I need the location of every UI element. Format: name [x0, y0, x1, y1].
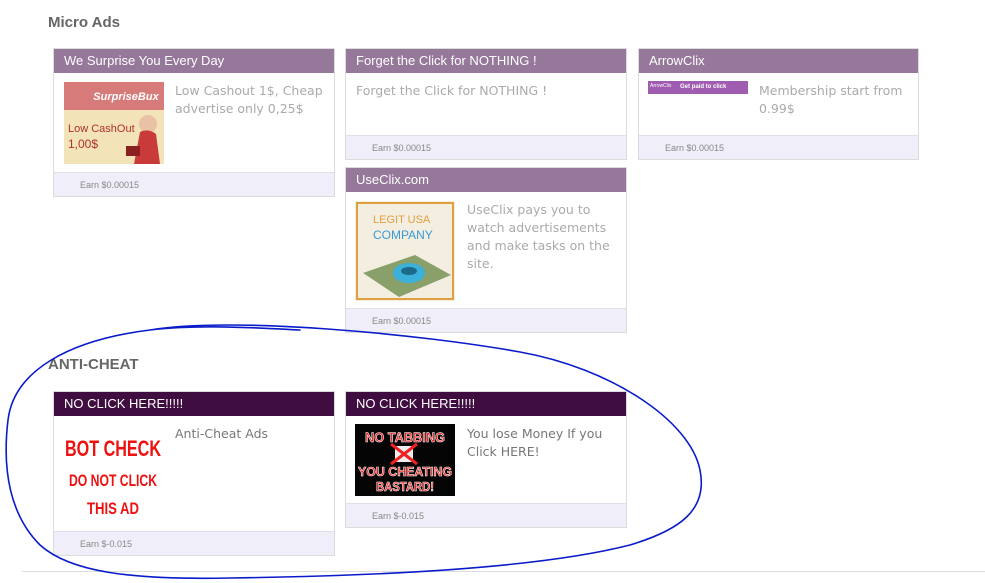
banner-brand-text: SurpriseBux — [93, 91, 159, 103]
banner-line-1: BOT CHECK — [65, 436, 161, 461]
ad-description: Anti-Cheat Ads — [175, 426, 269, 441]
ad-title[interactable]: ArrowClix — [639, 49, 918, 73]
banner-line-2: YOU CHEATING — [358, 464, 452, 479]
ad-title[interactable]: Forget the Click for NOTHING ! — [346, 49, 626, 73]
ad-banner-image[interactable]: SurpriseBux Low CashOut 1,00$ — [64, 82, 164, 164]
ad-earn-footer: Earn $0.00015 — [346, 308, 626, 332]
banner-brand-text: ArrowClix — [650, 83, 672, 89]
ad-earn-footer: Earn $0.00015 — [639, 135, 918, 159]
ad-earn-footer: Earn $0.00015 — [346, 135, 626, 159]
ad-title[interactable]: NO CLICK HERE!!!!! — [54, 392, 334, 416]
banner-line-1: LEGIT USA — [373, 214, 431, 226]
ad-earn-footer: Earn $-0.015 — [346, 503, 626, 527]
ad-description: UseClix pays you to watch advertisements… — [467, 202, 610, 271]
bottom-divider — [22, 571, 985, 572]
banner-line-2: 1,00$ — [68, 137, 98, 151]
ad-banner-image[interactable]: BOT CHECK DO NOT CLICK THIS AD — [63, 428, 163, 528]
banner-line-2: DO NOT CLICK — [69, 471, 158, 490]
section-title-micro-ads: Micro Ads — [48, 14, 120, 31]
ad-description: Membership start from 0.99$ — [759, 83, 903, 116]
section-title-anti-cheat: ANTI-CHEAT — [48, 356, 139, 373]
ad-description: Low Cashout 1$, Cheap advertise only 0,2… — [175, 83, 323, 116]
banner-line-2: COMPANY — [373, 228, 433, 242]
ad-card-surprise[interactable]: We Surprise You Every Day SurpriseBux Lo… — [53, 48, 335, 197]
banner-text: Get paid to click — [680, 84, 727, 90]
ad-earn-footer: Earn $0.00015 — [54, 172, 334, 196]
ad-card-useclix[interactable]: UseClix.com LEGIT USA COMPANY UseClix pa… — [345, 167, 627, 333]
banner-line-1: NO TABBING — [365, 429, 445, 445]
ad-title[interactable]: NO CLICK HERE!!!!! — [346, 392, 626, 416]
ad-title[interactable]: We Surprise You Every Day — [54, 49, 334, 73]
ad-card-anti-cheat-2[interactable]: NO CLICK HERE!!!!! NO TABBING YOU CHEATI… — [345, 391, 627, 528]
ad-description: Forget the Click for NOTHING ! — [356, 83, 548, 98]
ad-banner-image[interactable]: LEGIT USA COMPANY — [355, 201, 455, 301]
ad-card-arrowclix[interactable]: ArrowClix ArrowClix Get paid to click Me… — [638, 48, 919, 160]
banner-line-3: BASTARD! — [376, 479, 434, 494]
ad-banner-image[interactable]: NO TABBING YOU CHEATING BASTARD! — [355, 424, 455, 496]
banner-line-1: Low CashOut — [68, 123, 135, 135]
ad-card-anti-cheat-1[interactable]: NO CLICK HERE!!!!! BOT CHECK DO NOT CLIC… — [53, 391, 335, 556]
ad-banner-image[interactable]: ArrowClix Get paid to click — [648, 81, 748, 94]
ad-title[interactable]: UseClix.com — [346, 168, 626, 192]
ad-card-forget[interactable]: Forget the Click for NOTHING ! Forget th… — [345, 48, 627, 160]
ad-earn-footer: Earn $-0.015 — [54, 531, 334, 555]
banner-line-3: THIS AD — [87, 499, 139, 518]
ad-description: You lose Money If you Click HERE! — [467, 426, 603, 459]
